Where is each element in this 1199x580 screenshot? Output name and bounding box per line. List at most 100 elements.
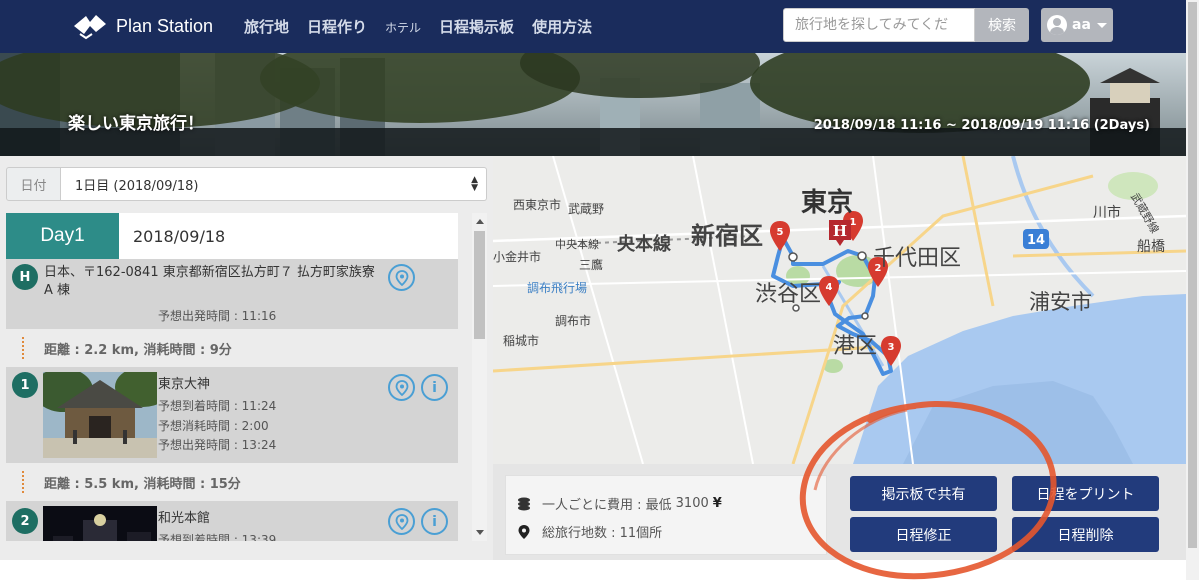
info-icon: i <box>432 513 437 530</box>
user-menu-button[interactable]: aa <box>1041 8 1113 42</box>
date-select-dropdown[interactable]: 1日目 (2018/09/18) ▲ ▼ <box>61 167 487 201</box>
svg-text:5: 5 <box>777 227 784 238</box>
map-marker-icon <box>518 524 530 539</box>
itinerary-panel: 日付 1日目 (2018/09/18) ▲ ▼ Day1 2018/09/18 H… <box>0 156 493 560</box>
cost-label: 一人ごとに費用 : 最低 <box>542 498 672 513</box>
cost-unit: ¥ <box>712 496 722 511</box>
trip-title: 楽しい東京旅行！ <box>68 114 204 134</box>
list-item-spot: 1 東京大神 予想到着時間 : 11:24 予想消耗時間 : 2:00 予想出発… <box>6 367 458 463</box>
svg-text:3: 3 <box>888 342 895 353</box>
main-nav: 旅行地 日程作り ホテル 日程掲示板 使用方法 <box>244 16 610 37</box>
nav-how-to-use[interactable]: 使用方法 <box>532 16 592 37</box>
location-pin-button[interactable] <box>388 508 415 535</box>
arrival-time: 予想到着時間 : 13:39 <box>158 533 277 541</box>
map-label-chiyoda: 千代田区 <box>873 246 962 271</box>
map-label-koganei: 小金井市 <box>493 250 542 264</box>
route-map[interactable]: 1 2 3 4 5 H 14 東京 新宿区 千代田区 渋谷区 港区 浦安市 西東… <box>493 156 1186 464</box>
page-scroll-thumb[interactable] <box>1188 2 1197 548</box>
cost-value: 3100 <box>675 496 709 511</box>
scroll-thumb[interactable] <box>474 231 485 339</box>
caret-down-icon <box>1096 22 1107 28</box>
home-departure-time: 予想出発時間 : 11:16 <box>158 309 277 323</box>
arrival-time: 予想到着時間 : 11:24 <box>158 399 277 413</box>
page-footer-space <box>0 560 1186 580</box>
date-selector: 日付 1日目 (2018/09/18) ▲ ▼ <box>6 167 487 201</box>
search-button[interactable]: 検索 <box>975 8 1029 42</box>
search-input[interactable] <box>783 8 975 42</box>
date-select-value: 1日目 (2018/09/18) <box>75 178 199 194</box>
search-bar: 検索 <box>783 8 1029 42</box>
map-label-inagi: 稲城市 <box>503 334 540 348</box>
info-button[interactable]: i <box>421 374 448 401</box>
hero-background-image <box>0 53 1186 156</box>
svg-text:H: H <box>833 222 847 240</box>
spot-thumbnail[interactable] <box>43 372 157 458</box>
distance-row: 距離 : 5.5 km, 消耗時間 : 15分 <box>6 463 458 501</box>
trip-summary-box: 一人ごとに費用 : 最低 3100 ¥ 総旅行地数 : 11個所 <box>505 475 827 555</box>
distance-text: 距離 : 5.5 km, 消耗時間 : 15分 <box>44 476 241 492</box>
share-to-board-button[interactable]: 掲示板で共有 <box>850 476 997 511</box>
spot-times: 予想到着時間 : 13:39 <box>158 531 276 541</box>
map-label-tokyo: 東京 <box>801 188 854 218</box>
scroll-up-icon[interactable] <box>476 219 484 224</box>
coins-icon <box>518 497 530 510</box>
places-count: 総旅行地数 : 11個所 <box>542 526 663 541</box>
nav-make-schedule[interactable]: 日程作り <box>307 16 367 37</box>
home-address: 日本、〒162-0841 東京都新宿区払方町７ 払方町家族寮 A 棟 <box>44 265 375 298</box>
nav-destinations[interactable]: 旅行地 <box>244 16 289 37</box>
distance-text: 距離 : 2.2 km, 消耗時間 : 9分 <box>44 342 232 358</box>
username: aa <box>1072 17 1091 33</box>
info-icon: i <box>432 379 437 396</box>
list-item-spot: 2 和光本館 予想到着時間 : 13:39 i <box>6 501 458 541</box>
itinerary-list[interactable]: Day1 2018/09/18 H 日本、〒162-0841 東京都新宿区払方町… <box>6 213 458 541</box>
select-arrows-icon: ▲ ▼ <box>471 175 478 193</box>
spot-name: 東京大神 <box>158 377 211 392</box>
spot-thumbnail[interactable] <box>43 506 157 541</box>
route-dots-icon <box>22 337 24 359</box>
map-label-funabashi: 船橋 <box>1137 239 1165 255</box>
spot-times: 予想到着時間 : 11:24 予想消耗時間 : 2:00 予想出発時間 : 13… <box>158 397 276 456</box>
hero-banner: 楽しい東京旅行！ 2018/09/18 11:16 ~ 2018/09/19 1… <box>0 53 1186 156</box>
location-pin-icon <box>395 513 408 530</box>
plan-station-logo-icon <box>74 15 106 40</box>
info-button[interactable]: i <box>421 508 448 535</box>
itinerary-scrollbar[interactable] <box>472 213 487 541</box>
map-label-minato: 港区 <box>833 334 878 359</box>
route-dots-icon <box>22 471 24 493</box>
distance-row: 距離 : 2.2 km, 消耗時間 : 9分 <box>6 329 458 367</box>
svg-text:14: 14 <box>1027 233 1045 248</box>
list-item-home: H 日本、〒162-0841 東京都新宿区払方町７ 払方町家族寮 A 棟 予想出… <box>6 259 458 329</box>
map-label-shinjuku: 新宿区 <box>691 222 763 250</box>
spot-badge: 2 <box>12 508 38 534</box>
delete-schedule-button[interactable]: 日程削除 <box>1012 517 1159 552</box>
edit-schedule-button[interactable]: 日程修正 <box>850 517 997 552</box>
day-header: Day1 2018/09/18 <box>6 213 458 259</box>
home-badge: H <box>12 264 38 290</box>
trip-dates: 2018/09/18 11:16 ~ 2018/09/19 11:16 (2Da… <box>813 118 1150 133</box>
nav-hotel[interactable]: ホテル <box>385 16 421 37</box>
location-pin-button[interactable] <box>388 374 415 401</box>
building-photo <box>43 506 157 541</box>
nav-schedule-board[interactable]: 日程掲示板 <box>439 16 514 37</box>
page-scrollbar[interactable] <box>1186 0 1199 580</box>
stay-time: 予想消耗時間 : 2:00 <box>158 418 269 433</box>
location-pin-icon <box>395 269 408 286</box>
print-schedule-button[interactable]: 日程をプリント <box>1012 476 1159 511</box>
map-label-chofu-airport: 調布飛行場 <box>527 281 588 295</box>
day-tab[interactable]: Day1 <box>6 213 119 259</box>
logo[interactable]: Plan Station <box>72 12 213 40</box>
map-label-shibuya: 渋谷区 <box>755 282 822 307</box>
map-label-chuo-line2: 央本線 <box>617 234 671 255</box>
app-name: Plan Station <box>116 15 214 36</box>
location-pin-button[interactable] <box>388 264 415 291</box>
map-label-chuo-line: 中央本線 <box>555 238 599 251</box>
scroll-down-icon[interactable] <box>476 530 484 535</box>
map-label-urayasu: 浦安市 <box>1029 290 1092 314</box>
summary-and-actions: 一人ごとに費用 : 最低 3100 ¥ 総旅行地数 : 11個所 掲示板で共有 … <box>493 464 1186 560</box>
top-navbar: Plan Station 旅行地 日程作り ホテル 日程掲示板 使用方法 検索 … <box>0 0 1186 53</box>
map-label-nishitokyo: 西東京市 <box>513 198 562 212</box>
shrine-photo <box>43 372 157 458</box>
svg-text:4: 4 <box>826 282 833 293</box>
map-label-mitaka: 三鷹 <box>579 258 604 272</box>
places-line: 総旅行地数 : 11個所 <box>518 522 663 541</box>
